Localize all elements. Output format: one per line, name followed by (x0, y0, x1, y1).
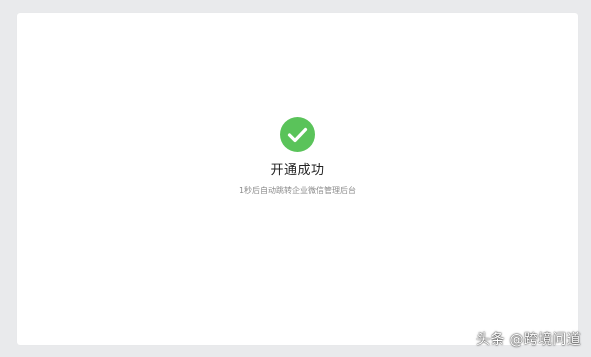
result-panel: 开通成功 1秒后自动跳转企业微信管理后台 (17, 117, 578, 197)
watermark: 头条 @跨境问道 (476, 332, 581, 348)
redirect-message: 1秒后自动跳转企业微信管理后台 (238, 186, 357, 195)
success-check-icon (280, 117, 315, 152)
page: 开通成功 1秒后自动跳转企业微信管理后台 头条 @跨境问道 (0, 0, 591, 357)
result-card: 开通成功 1秒后自动跳转企业微信管理后台 (17, 13, 578, 345)
check-mark-graphic (280, 117, 315, 152)
check-circle (280, 117, 315, 152)
success-title: 开通成功 (270, 163, 325, 178)
